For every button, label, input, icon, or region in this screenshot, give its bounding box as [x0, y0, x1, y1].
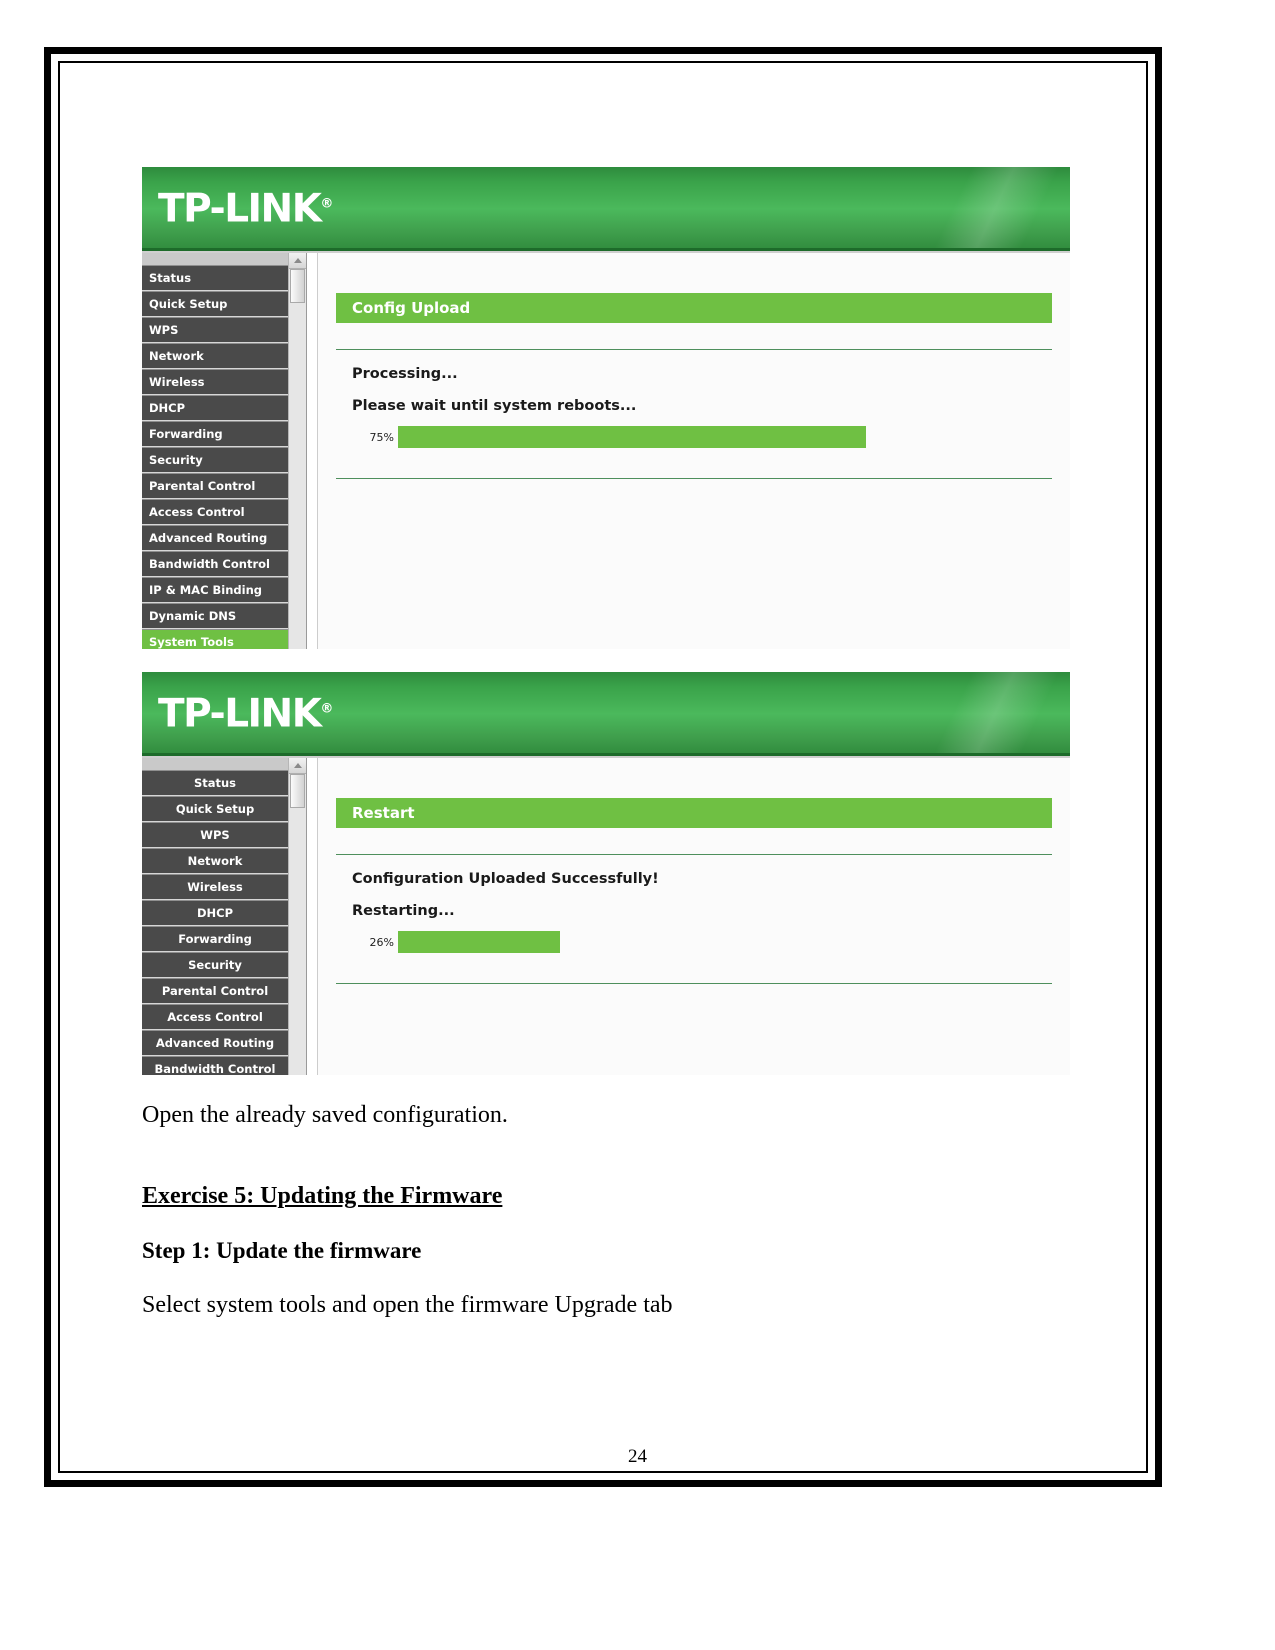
header-sheen-2 [860, 672, 1070, 756]
sidebar-item-dhcp-2[interactable]: DHCP [142, 900, 288, 926]
sidebar-item-security-2[interactable]: Security [142, 952, 288, 978]
paragraph-open-config: Open the already saved configuration. [142, 1102, 508, 1128]
status-wait-text: Please wait until system reboots... [352, 398, 637, 414]
sidebar-scrollbar-1[interactable] [288, 253, 307, 649]
pane-gutter-2 [307, 758, 318, 1075]
panel-title-restart: Restart [336, 798, 1052, 828]
sidebar-item-advanced-routing-2[interactable]: Advanced Routing [142, 1030, 288, 1056]
progress-row: 75% [352, 426, 1052, 448]
page-number: 24 [628, 1446, 647, 1467]
status-uploaded-text: Configuration Uploaded Successfully! [352, 871, 659, 887]
sidebar-item-quick-setup[interactable]: Quick Setup [142, 291, 288, 317]
brand-text: TP-LINK [158, 186, 322, 232]
brand-text-2: TP-LINK [158, 691, 322, 737]
progress-row-2: 26% [352, 931, 1052, 953]
panel-title-config-upload: Config Upload [336, 293, 1052, 323]
router-header-bar-2: TP-LINK® [142, 672, 1070, 756]
sidebar-item-system-tools[interactable]: System Tools [142, 629, 288, 649]
sidebar-item-wireless[interactable]: Wireless [142, 369, 288, 395]
registered-mark-icon: ® [320, 196, 334, 212]
sidebar-item-network[interactable]: Network [142, 343, 288, 369]
registered-mark-icon-2: ® [320, 701, 334, 717]
sidebar-item-forwarding[interactable]: Forwarding [142, 421, 288, 447]
sidebar-item-bandwidth-control-2[interactable]: Bandwidth Control [142, 1056, 288, 1075]
content-pane-restart: Restart Configuration Uploaded Successfu… [318, 758, 1070, 1075]
sidebar-item-status[interactable]: Status [142, 265, 288, 291]
screenshot-restart: TP-LINK® Status Quick Setup WPS Network … [142, 672, 1070, 1075]
sidebar-item-status-2[interactable]: Status [142, 770, 288, 796]
tp-link-logo-2: TP-LINK® [158, 692, 333, 737]
sidebar-item-dhcp[interactable]: DHCP [142, 395, 288, 421]
scroll-up-arrow-icon[interactable] [289, 253, 306, 269]
progress-bar-fill [398, 426, 866, 448]
content-padding-2 [336, 984, 1052, 1024]
router-header-bar: TP-LINK® [142, 167, 1070, 251]
scrollbar-thumb[interactable] [290, 269, 305, 303]
scroll-up-arrow-icon-2[interactable] [289, 758, 306, 774]
sidebar-item-wps-2[interactable]: WPS [142, 822, 288, 848]
sidebar-item-wireless-2[interactable]: Wireless [142, 874, 288, 900]
progress-percent-label-2: 26% [369, 935, 394, 949]
document-page: TP-LINK® Status Quick Setup WPS Network … [0, 0, 1275, 1650]
heading-step-1: Step 1: Update the firmware [142, 1238, 422, 1263]
header-sheen [860, 167, 1070, 251]
sidebar-item-network-2[interactable]: Network [142, 848, 288, 874]
sidebar-nav-2: Status Quick Setup WPS Network Wireless … [142, 758, 288, 1075]
screenshot-config-upload: TP-LINK® Status Quick Setup WPS Network … [142, 167, 1070, 649]
divider-top [336, 349, 1052, 350]
content-pane-config-upload: Config Upload Processing... Please wait … [318, 253, 1070, 649]
sidebar-item-security[interactable]: Security [142, 447, 288, 473]
sidebar-item-forwarding-2[interactable]: Forwarding [142, 926, 288, 952]
divider-top-2 [336, 854, 1052, 855]
sidebar-item-wps[interactable]: WPS [142, 317, 288, 343]
tp-link-logo: TP-LINK® [158, 187, 333, 232]
sidebar-item-parental-control[interactable]: Parental Control [142, 473, 288, 499]
progress-bar-fill-2 [398, 931, 560, 953]
sidebar-item-ip-mac-binding[interactable]: IP & MAC Binding [142, 577, 288, 603]
router-body: Status Quick Setup WPS Network Wireless … [142, 251, 1070, 649]
status-processing-text: Processing... [352, 366, 458, 382]
sidebar-item-access-control-2[interactable]: Access Control [142, 1004, 288, 1030]
sidebar-nav-1: Status Quick Setup WPS Network Wireless … [142, 253, 288, 649]
sidebar-item-dynamic-dns[interactable]: Dynamic DNS [142, 603, 288, 629]
content-padding [336, 479, 1052, 519]
progress-percent-label: 75% [369, 430, 394, 444]
router-body-2: Status Quick Setup WPS Network Wireless … [142, 756, 1070, 1075]
sidebar-item-bandwidth-control[interactable]: Bandwidth Control [142, 551, 288, 577]
paragraph-select-tools: Select system tools and open the firmwar… [142, 1292, 673, 1318]
sidebar-item-parental-control-2[interactable]: Parental Control [142, 978, 288, 1004]
sidebar-item-advanced-routing[interactable]: Advanced Routing [142, 525, 288, 551]
heading-exercise-5: Exercise 5: Updating the Firmware [142, 1183, 503, 1209]
pane-gutter [307, 253, 318, 649]
sidebar-item-quick-setup-2[interactable]: Quick Setup [142, 796, 288, 822]
sidebar-item-access-control[interactable]: Access Control [142, 499, 288, 525]
sidebar-scrollbar-2[interactable] [288, 758, 307, 1075]
scrollbar-thumb-2[interactable] [290, 774, 305, 808]
status-restarting-text: Restarting... [352, 903, 455, 919]
